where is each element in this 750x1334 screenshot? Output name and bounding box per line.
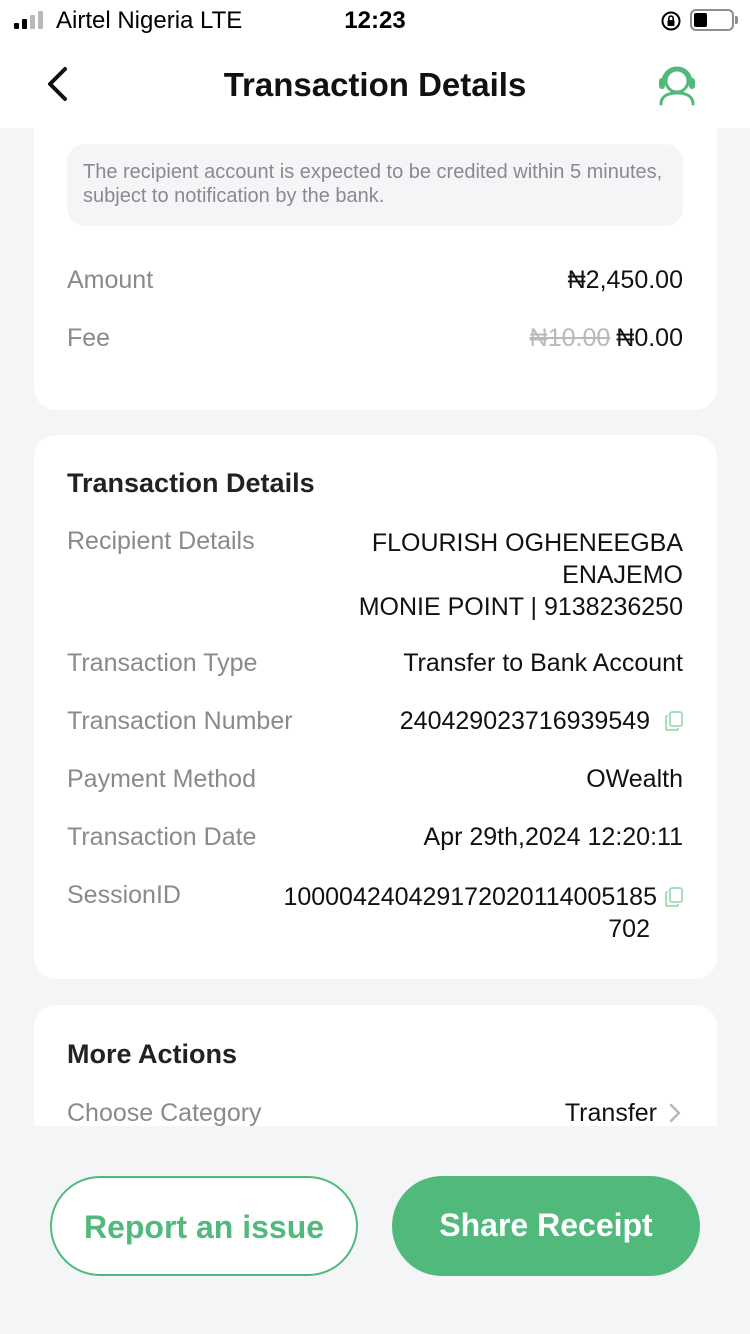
orientation-lock-icon xyxy=(661,11,681,31)
report-issue-button[interactable]: Report an issue xyxy=(50,1176,358,1276)
amount-value: ₦2,450.00 xyxy=(567,266,683,294)
more-actions-title: More Actions xyxy=(67,1039,238,1069)
transaction-details-card: Transaction Details Recipient Details FL… xyxy=(34,435,717,979)
chevron-right-icon xyxy=(669,1103,681,1123)
battery-icon xyxy=(690,9,738,31)
session-line1: 100004240429172020114005185 xyxy=(283,883,657,911)
number-value-wrap: 240429023716939549 xyxy=(400,707,683,736)
session-label: SessionID xyxy=(67,881,181,909)
status-bar: Airtel Nigeria LTE 12:23 xyxy=(0,0,750,44)
status-time: 12:23 xyxy=(344,7,406,34)
share-receipt-button[interactable]: Share Receipt xyxy=(392,1176,700,1276)
number-label: Transaction Number xyxy=(67,707,293,735)
fee-label: Fee xyxy=(67,324,111,352)
recipient-value: FLOURISH OGHENEEGBA ENAJEMO MONIE POINT … xyxy=(359,527,683,623)
more-actions-card: More Actions Choose Category Transfer xyxy=(34,1005,717,1126)
method-label: Payment Method xyxy=(67,765,256,793)
method-value: OWealth xyxy=(586,765,683,793)
type-label: Transaction Type xyxy=(67,649,258,677)
customer-support-icon[interactable] xyxy=(652,60,702,110)
copy-icon[interactable] xyxy=(665,887,683,907)
recipient-name-line1: FLOURISH OGHENEEGBA xyxy=(371,529,683,557)
amount-label: Amount xyxy=(67,266,154,294)
credit-notice: The recipient account is expected to be … xyxy=(67,144,683,226)
type-value: Transfer to Bank Account xyxy=(403,649,683,677)
recipient-label: Recipient Details xyxy=(67,527,255,555)
fee-original: ₦10.00 xyxy=(529,324,611,352)
category-label: Choose Category xyxy=(67,1099,262,1126)
summary-card: The recipient account is expected to be … xyxy=(34,128,717,410)
category-value-wrap[interactable]: Transfer xyxy=(565,1099,683,1126)
category-value: Transfer xyxy=(564,1099,657,1126)
recipient-name-line2: ENAJEMO xyxy=(562,561,683,589)
details-title: Transaction Details xyxy=(67,468,315,498)
copy-icon[interactable] xyxy=(665,711,683,731)
recipient-bank: MONIE POINT | 9138236250 xyxy=(358,593,683,621)
scroll-content[interactable]: The recipient account is expected to be … xyxy=(0,128,750,1126)
session-line2: 702 xyxy=(608,915,650,943)
nav-bar: Transaction Details xyxy=(0,44,750,128)
number-value: 240429023716939549 xyxy=(399,707,651,735)
session-value-wrap: 100004240429172020114005185 702 xyxy=(283,881,683,945)
date-value: Apr 29th,2024 12:20:11 xyxy=(423,823,683,851)
fee-values: ₦10.00 ₦0.00 xyxy=(530,324,683,353)
page-title: Transaction Details xyxy=(223,66,527,103)
date-label: Transaction Date xyxy=(67,823,257,851)
fee-value: ₦0.00 xyxy=(616,324,683,352)
